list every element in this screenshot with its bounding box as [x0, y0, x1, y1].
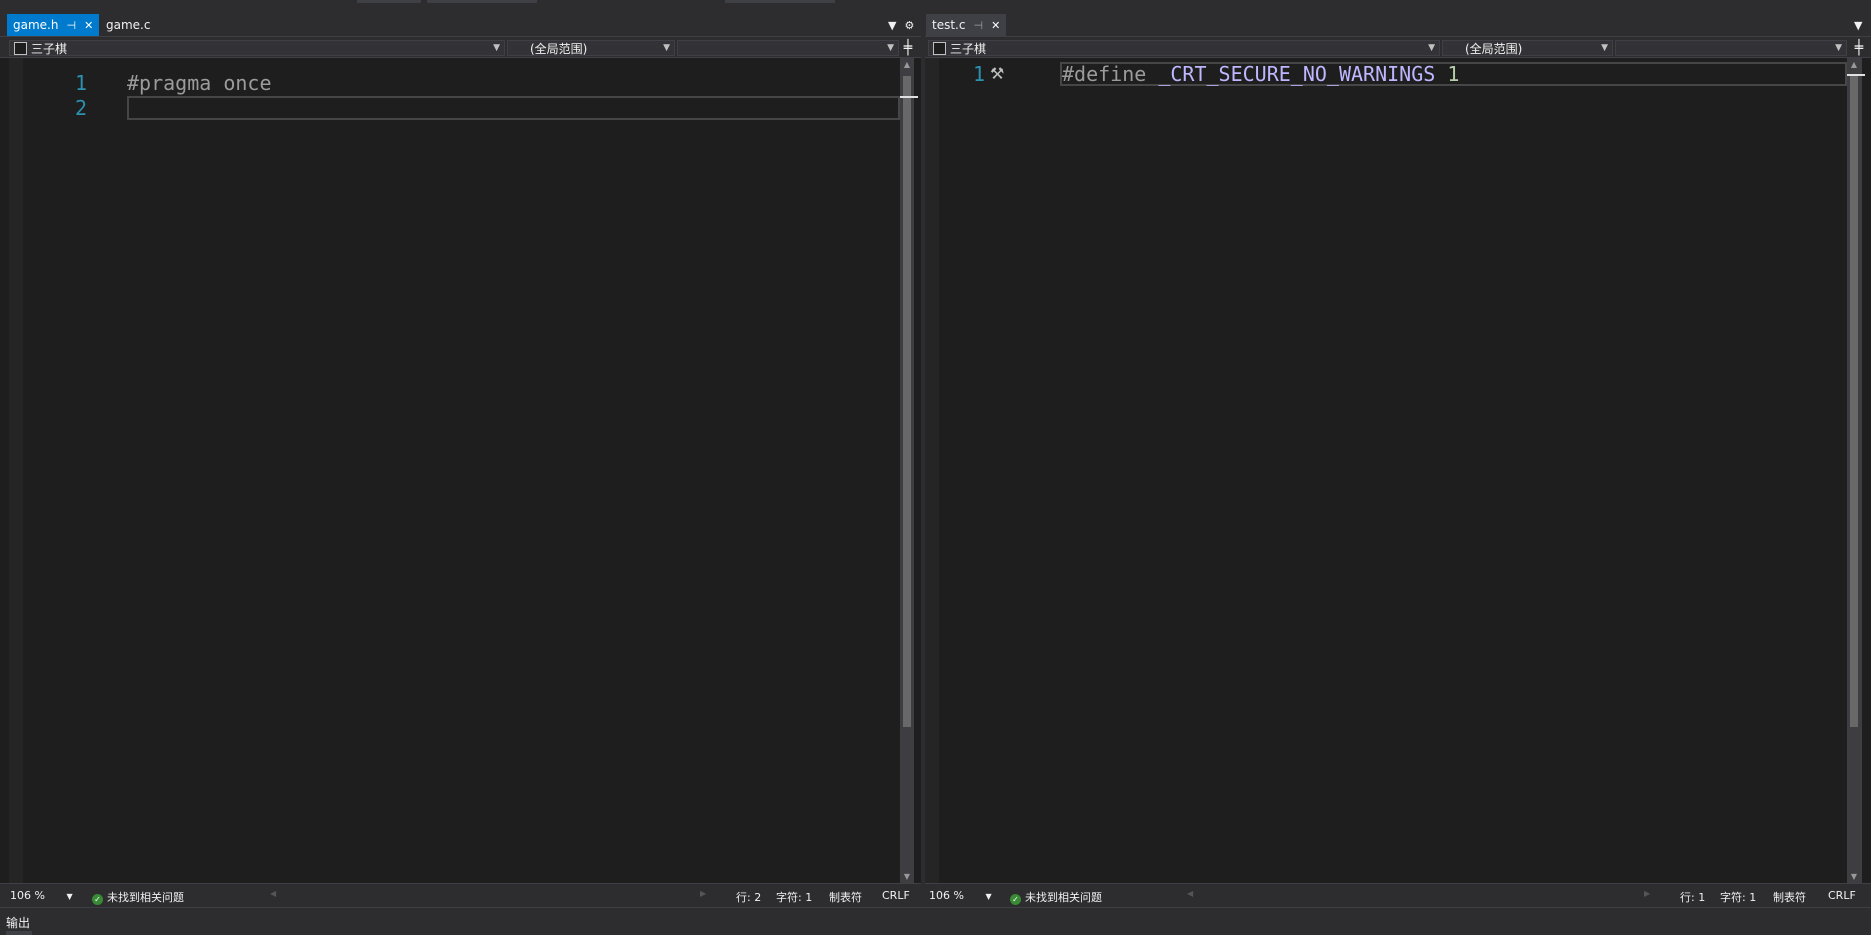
- member-dropdown[interactable]: ▼: [677, 40, 899, 56]
- check-circle-icon: ✓: [1010, 894, 1021, 905]
- eol-indicator[interactable]: CRLF: [1828, 889, 1856, 902]
- chevron-down-icon: ▼: [66, 892, 73, 901]
- zoom-dropdown[interactable]: 106 % ▼: [10, 889, 73, 902]
- issues-label: 未找到相关问题: [107, 891, 184, 904]
- line-number: 1: [972, 62, 985, 86]
- tab-label: game.c: [106, 18, 151, 32]
- chevron-down-icon: ▼: [493, 43, 500, 53]
- output-panel-bar: 输出: [0, 907, 1871, 935]
- project-icon: [933, 41, 946, 55]
- output-tab[interactable]: 输出: [6, 914, 30, 931]
- scroll-left-icon[interactable]: ◀: [270, 889, 276, 898]
- toolbar-fragment: [357, 0, 421, 3]
- code-line[interactable]: #pragma once: [127, 70, 272, 96]
- issues-indicator[interactable]: ✓ 未找到相关问题: [92, 889, 184, 905]
- project-icon: [14, 41, 27, 55]
- close-icon[interactable]: ✕: [84, 19, 93, 32]
- scroll-up-icon[interactable]: ▲: [1847, 60, 1861, 69]
- zoom-label: 106 %: [929, 889, 964, 902]
- tab-label: test.c: [932, 18, 966, 32]
- project-dropdown[interactable]: 三子棋 ▼: [9, 40, 505, 56]
- right-tab-bar: test.c ⊣ ✕ ▼: [925, 12, 1871, 36]
- left-code-editor[interactable]: 1 #pragma once 2: [23, 58, 900, 883]
- left-nav-bar: 三子棋 ▼ (全局范围) ▼ ▼ ╪: [0, 36, 921, 58]
- macro-name: _CRT_SECURE_NO_WARNINGS: [1158, 62, 1436, 86]
- toolbar-fragment: [725, 0, 835, 3]
- scroll-left-icon[interactable]: ◀: [1187, 889, 1193, 898]
- right-editor-pane: test.c ⊣ ✕ ▼ 三子棋 ▼ (全局范围) ▼ ▼ ╪ 1 ⚒ #def…: [925, 12, 1871, 907]
- split-icon[interactable]: ╪: [1851, 40, 1867, 56]
- right-nav-bar: 三子棋 ▼ (全局范围) ▼ ▼ ╪: [925, 36, 1871, 58]
- toolbar-fragment: [427, 0, 537, 3]
- output-tab-indicator: [6, 931, 32, 935]
- tab-game-c[interactable]: game.c: [100, 14, 156, 36]
- tab-tools: ▼ ⚙: [888, 16, 914, 34]
- scope-label: (全局范围): [530, 41, 588, 56]
- preprocessor-directive: #define: [1062, 62, 1147, 86]
- line-number: 1: [74, 71, 87, 95]
- chevron-down-icon: ▼: [985, 892, 992, 901]
- line-number: 2: [74, 96, 87, 120]
- chevron-down-icon: ▼: [1835, 43, 1842, 53]
- right-vertical-scrollbar[interactable]: ▲ ▼: [1847, 58, 1865, 883]
- chevron-down-icon: ▼: [1601, 43, 1608, 53]
- chevron-down-icon: ▼: [1428, 43, 1435, 53]
- row-indicator[interactable]: 行: 2: [736, 889, 761, 905]
- right-code-editor[interactable]: 1 ⚒ #define _CRT_SECURE_NO_WARNINGS 1: [939, 58, 1847, 883]
- member-dropdown[interactable]: ▼: [1615, 40, 1847, 56]
- scope-label: (全局范围): [1465, 41, 1523, 56]
- zoom-dropdown[interactable]: 106 % ▼: [929, 889, 992, 902]
- row-indicator[interactable]: 行: 1: [1680, 889, 1705, 905]
- scroll-right-icon[interactable]: ▶: [700, 889, 706, 898]
- check-circle-icon: ✓: [92, 894, 103, 905]
- close-icon[interactable]: ✕: [991, 19, 1000, 32]
- issues-indicator[interactable]: ✓ 未找到相关问题: [1010, 889, 1102, 905]
- issues-label: 未找到相关问题: [1025, 891, 1102, 904]
- column-indicator[interactable]: 字符: 1: [1720, 889, 1756, 905]
- pin-icon[interactable]: ⊣: [973, 19, 983, 32]
- left-editor-pane: game.h ⊣ ✕ game.c ▼ ⚙ 三子棋 ▼ (全局范围) ▼ ▼ ╪: [0, 12, 921, 907]
- right-margin: [925, 58, 939, 883]
- tab-game-h[interactable]: game.h ⊣ ✕: [7, 14, 100, 36]
- project-dropdown[interactable]: 三子棋 ▼: [928, 40, 1440, 56]
- scroll-thumb[interactable]: [1850, 76, 1858, 727]
- tab-tools: ▼: [1854, 16, 1862, 34]
- left-status-bar: 106 % ▼ ✓ 未找到相关问题 ◀ ▶ 行: 2 字符: 1 制表符 CRLF: [0, 883, 921, 907]
- caret-position-marker: [900, 96, 918, 98]
- chevron-down-icon: ▼: [663, 43, 670, 53]
- scroll-thumb[interactable]: [903, 76, 911, 727]
- top-strip: [0, 0, 1871, 12]
- split-icon[interactable]: ╪: [900, 40, 916, 56]
- scope-dropdown[interactable]: (全局范围) ▼: [1442, 40, 1613, 56]
- scroll-down-icon[interactable]: ▼: [900, 872, 914, 881]
- scroll-down-icon[interactable]: ▼: [1847, 872, 1861, 881]
- scope-dropdown[interactable]: (全局范围) ▼: [507, 40, 675, 56]
- left-tab-bar: game.h ⊣ ✕ game.c ▼ ⚙: [0, 12, 921, 36]
- left-margin: [9, 58, 23, 883]
- project-label: 三子棋: [950, 41, 987, 56]
- screwdriver-icon[interactable]: ⚒: [990, 64, 1004, 83]
- code-line[interactable]: #define _CRT_SECURE_NO_WARNINGS 1: [1062, 61, 1459, 87]
- macro-value: 1: [1447, 62, 1460, 86]
- tabs-indicator[interactable]: 制表符: [829, 889, 862, 905]
- eol-indicator[interactable]: CRLF: [882, 889, 910, 902]
- chevron-down-icon: ▼: [887, 43, 894, 53]
- project-label: 三子棋: [31, 41, 68, 56]
- scroll-up-icon[interactable]: ▲: [900, 60, 914, 69]
- left-vertical-scrollbar[interactable]: ▲ ▼: [900, 58, 918, 883]
- tab-test-c[interactable]: test.c ⊣ ✕: [926, 14, 1007, 36]
- gear-icon[interactable]: ⚙: [904, 19, 914, 32]
- right-status-bar: 106 % ▼ ✓ 未找到相关问题 ◀ ▶ 行: 1 字符: 1 制表符 CRLF: [925, 883, 1871, 907]
- tab-label: game.h: [13, 18, 59, 32]
- chevron-down-icon[interactable]: ▼: [888, 19, 896, 32]
- current-line-highlight: [127, 96, 900, 120]
- tabs-indicator[interactable]: 制表符: [1773, 889, 1806, 905]
- chevron-down-icon[interactable]: ▼: [1854, 19, 1862, 32]
- column-indicator[interactable]: 字符: 1: [776, 889, 812, 905]
- zoom-label: 106 %: [10, 889, 45, 902]
- pin-icon[interactable]: ⊣: [66, 19, 76, 32]
- scroll-right-icon[interactable]: ▶: [1644, 889, 1650, 898]
- caret-position-marker: [1847, 74, 1865, 76]
